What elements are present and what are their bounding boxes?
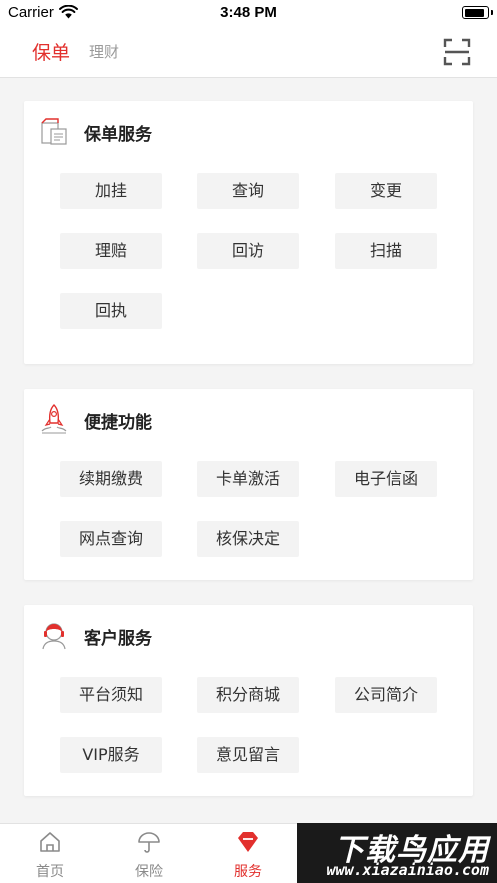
umbrella-icon xyxy=(138,832,160,853)
nav-service[interactable]: 服务 xyxy=(208,824,288,883)
policy-revisit-button[interactable]: 回访 xyxy=(197,233,299,269)
home-icon xyxy=(40,832,60,852)
underwriting-decision-button[interactable]: 核保决定 xyxy=(197,521,299,557)
renewal-payment-button[interactable]: 续期缴费 xyxy=(60,461,162,497)
watermark-url: www.xiazainiao.com xyxy=(326,861,489,879)
vip-service-button[interactable]: VIP服务 xyxy=(60,737,162,773)
feedback-button[interactable]: 意见留言 xyxy=(197,737,299,773)
customer-service-agent-icon xyxy=(42,623,66,650)
policy-add-rider-button[interactable]: 加挂 xyxy=(60,173,162,209)
scan-frame-icon[interactable] xyxy=(443,38,471,66)
card-activation-button[interactable]: 卡单激活 xyxy=(197,461,299,497)
battery-icon xyxy=(462,6,489,19)
policy-service-card: 保单服务 加挂 查询 变更 理赔 回访 扫描 回执 xyxy=(24,101,473,364)
nav-home-label: 首页 xyxy=(36,864,64,880)
customer-service-card: 客户服务 平台须知 积分商城 公司简介 VIP服务 意见留言 xyxy=(24,605,473,796)
policy-receipt-button[interactable]: 回执 xyxy=(60,293,162,329)
policy-scan-button[interactable]: 扫描 xyxy=(335,233,437,269)
policy-change-button[interactable]: 变更 xyxy=(335,173,437,209)
company-profile-button[interactable]: 公司简介 xyxy=(335,677,437,713)
battery-tip xyxy=(491,10,493,15)
policy-query-button[interactable]: 查询 xyxy=(197,173,299,209)
policy-document-icon xyxy=(41,118,67,145)
nav-service-label: 服务 xyxy=(234,864,262,880)
section-title: 客户服务 xyxy=(84,629,152,649)
section-title: 便捷功能 xyxy=(84,413,152,433)
status-time: 3:48 PM xyxy=(220,4,277,21)
points-mall-button[interactable]: 积分商城 xyxy=(197,677,299,713)
quick-functions-card: 便捷功能 续期缴费 卡单激活 电子信函 网点查询 核保决定 xyxy=(24,389,473,580)
nav-home[interactable]: 首页 xyxy=(10,824,90,883)
branch-query-button[interactable]: 网点查询 xyxy=(60,521,162,557)
battery-level xyxy=(464,8,484,17)
rocket-icon xyxy=(41,404,67,434)
tab-wealth-management[interactable]: 理财 xyxy=(89,41,119,62)
nav-insurance[interactable]: 保险 xyxy=(109,824,189,883)
watermark-logo: 下载鸟应用 www.xiazainiao.com xyxy=(297,823,497,883)
service-gem-icon xyxy=(238,832,258,852)
nav-insurance-label: 保险 xyxy=(135,864,163,880)
section-title: 保单服务 xyxy=(84,125,152,145)
policy-claim-button[interactable]: 理赔 xyxy=(60,233,162,269)
status-bar: Carrier 3:48 PM xyxy=(0,0,497,26)
platform-notice-button[interactable]: 平台须知 xyxy=(60,677,162,713)
top-header: 保单 理财 xyxy=(0,26,497,78)
e-letter-button[interactable]: 电子信函 xyxy=(335,461,437,497)
tab-policy[interactable]: 保单 xyxy=(32,38,70,65)
